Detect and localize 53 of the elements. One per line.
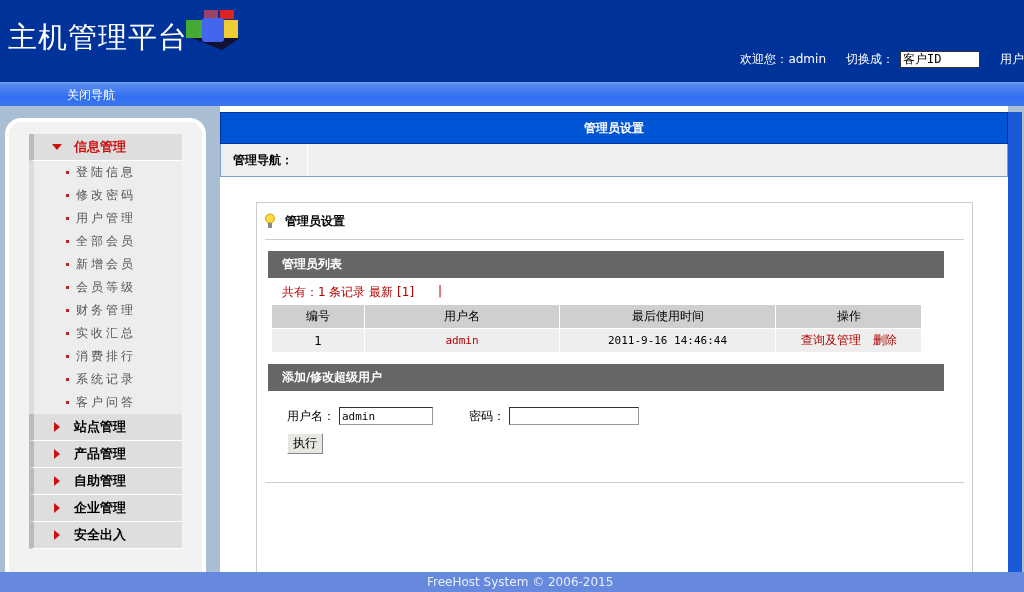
scrollbar[interactable] (1008, 112, 1022, 572)
caret-icon (52, 476, 62, 486)
username-cell: admin (364, 328, 560, 353)
sidebar-section[interactable]: 站点管理 (29, 414, 182, 441)
column-header: 最后使用时间 (559, 304, 776, 329)
section-title: 添加/修改超级用户 (282, 369, 383, 386)
bullet-icon (66, 332, 69, 335)
sidebar-section[interactable]: 安全出入 (29, 522, 182, 549)
action-link[interactable]: 删除 (872, 332, 897, 349)
column-header: 编号 (271, 304, 365, 329)
username-field[interactable]: admin (339, 407, 433, 425)
password-field[interactable] (509, 407, 639, 425)
execute-button[interactable]: 执行 (287, 433, 323, 454)
user-label: 用户 (1000, 51, 1024, 68)
bullet-icon (66, 263, 69, 266)
close-nav-link[interactable]: 关闭导航 (67, 86, 115, 104)
bullet-icon (66, 171, 69, 174)
lightbulb-icon (265, 213, 275, 229)
caret-icon (52, 503, 62, 513)
site-title: 主机管理平台 (8, 19, 188, 56)
bullet-icon (66, 355, 69, 358)
bullet-icon (66, 217, 69, 220)
bullet-icon (66, 286, 69, 289)
welcome-text: 欢迎您：admin (740, 51, 826, 68)
footer-text: FreeHost System © 2006-2015 (427, 575, 614, 589)
sidebar-section[interactable]: 产品管理 (29, 441, 182, 468)
action-link[interactable]: 查询及管理 (800, 332, 861, 349)
page-title: 管理员设置 (584, 119, 644, 137)
breadcrumb-label: 管理导航： (221, 144, 308, 176)
bullet-icon (66, 401, 69, 404)
table-cell: 1 (271, 328, 365, 353)
switch-label: 切换成： (846, 51, 894, 68)
caret-icon (52, 530, 62, 540)
panel-title: 管理员设置 (285, 212, 345, 230)
column-header: 用户名 (364, 304, 560, 329)
table-cell: 2011-9-16 14:46:44 (559, 328, 776, 353)
customer-id-field[interactable]: 客户ID (900, 51, 980, 68)
field-label: 用户名： (287, 407, 335, 425)
caret-icon (52, 142, 62, 152)
caret-icon (52, 422, 62, 432)
sidebar-section[interactable]: 自助管理 (29, 468, 182, 495)
sidebar-section[interactable]: 信息管理 (29, 134, 182, 161)
bullet-icon (66, 309, 69, 312)
record-summary: 共有：1 条记录 最新 [1] (282, 284, 415, 301)
bullet-icon (66, 194, 69, 197)
section-title: 管理员列表 (282, 256, 342, 273)
column-header: 操作 (775, 304, 922, 329)
caret-icon (52, 449, 62, 459)
bullet-icon (66, 240, 69, 243)
bullet-icon (66, 378, 69, 381)
sidebar-section[interactable]: 企业管理 (29, 495, 182, 522)
separator-text: | (438, 284, 443, 300)
field-label: 密码： (469, 407, 505, 425)
